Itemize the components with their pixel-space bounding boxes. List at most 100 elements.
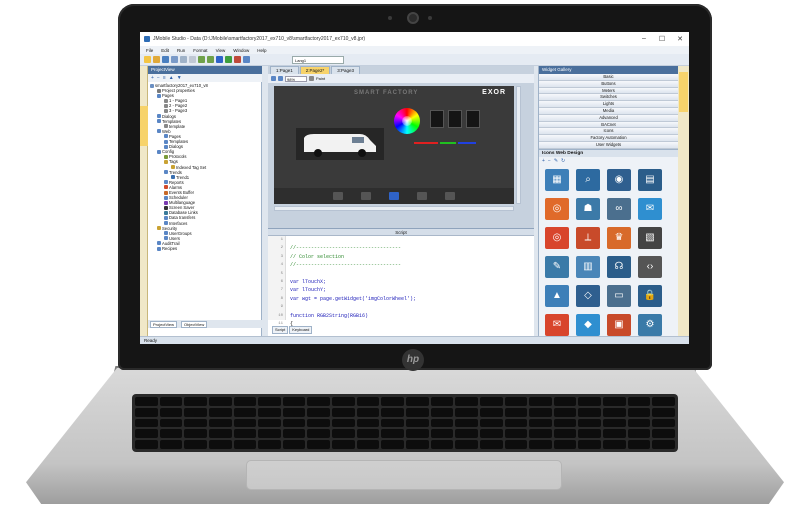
grid-icon[interactable] — [309, 76, 314, 81]
compass-icon[interactable]: ⟂ — [576, 226, 600, 249]
hmi-page-canvas[interactable]: SMART FACTORY EXOR — [274, 86, 514, 204]
widget-category[interactable]: Basic — [539, 74, 678, 81]
link-icon[interactable]: ∞ — [607, 197, 631, 220]
edit-icon[interactable]: ✎ — [554, 158, 558, 164]
widget-category[interactable]: Media — [539, 107, 678, 115]
widget-category[interactable]: Advanced — [539, 114, 678, 122]
refresh-button[interactable] — [417, 192, 427, 200]
code-line[interactable]: //----------------------------------- — [290, 261, 534, 269]
download-icon[interactable] — [216, 56, 223, 63]
tab-keyboard[interactable]: Keyboard — [289, 326, 313, 334]
zoom-in-icon[interactable] — [271, 76, 276, 81]
layout-icon[interactable]: ▥ — [576, 255, 600, 278]
code-line[interactable] — [290, 303, 534, 311]
page-tab[interactable]: 3:Page3 — [331, 66, 361, 74]
briefcase-icon[interactable]: ▣ — [607, 313, 631, 336]
menu-edit[interactable]: Edit — [161, 48, 169, 53]
picture-frame-icon[interactable]: ◉ — [607, 168, 631, 191]
properties-icon[interactable]: ≡ — [163, 75, 166, 81]
tab-script[interactable]: Script — [272, 326, 289, 334]
add-icon[interactable]: + — [542, 158, 545, 164]
trophy-icon[interactable]: ♛ — [607, 226, 631, 249]
zoom-select[interactable]: 98% — [285, 75, 307, 82]
open-icon[interactable] — [153, 56, 160, 63]
up-icon[interactable]: ▲ — [169, 75, 174, 81]
diamond-icon[interactable]: ◆ — [576, 313, 600, 336]
code-line[interactable]: //----------------------------------- — [290, 244, 534, 252]
copy-icon[interactable] — [180, 56, 187, 63]
target-icon[interactable]: ◎ — [545, 226, 569, 249]
browser-icon[interactable]: ▭ — [607, 284, 631, 307]
code-line[interactable]: function RGB2String(RGB16) — [290, 312, 534, 320]
down-icon[interactable]: ▼ — [177, 75, 182, 81]
code-line[interactable] — [290, 236, 534, 244]
code-line[interactable]: // Color selection — [290, 253, 534, 261]
redo-icon[interactable] — [207, 56, 214, 63]
code-icon[interactable]: ‹› — [638, 255, 662, 278]
remove-icon[interactable]: − — [157, 75, 160, 81]
clipboard-icon[interactable]: ▤ — [638, 168, 662, 191]
remove-icon[interactable]: − — [548, 158, 551, 164]
code-line[interactable]: var wgt = page.getWidget('imgColorWheel'… — [290, 295, 534, 303]
paste-icon[interactable] — [189, 56, 196, 63]
headset-icon[interactable]: ☊ — [607, 255, 631, 278]
widget-category[interactable]: Icons — [539, 128, 678, 136]
image-icon[interactable]: ▲ — [545, 284, 569, 307]
pencil-icon[interactable]: ✎ — [545, 255, 569, 278]
right-dock-tab[interactable] — [679, 72, 688, 112]
clapper-icon[interactable]: ▧ — [638, 226, 662, 249]
menu-view[interactable]: View — [216, 48, 226, 53]
widget-category[interactable]: Switches — [539, 94, 678, 102]
color-slot-1[interactable] — [430, 110, 444, 128]
van-image[interactable] — [296, 128, 384, 160]
undo-icon[interactable] — [198, 56, 205, 63]
color-slot-2[interactable] — [448, 110, 462, 128]
run-icon[interactable] — [225, 56, 232, 63]
color-slot-3[interactable] — [466, 110, 480, 128]
refresh-icon[interactable]: ↻ — [561, 158, 565, 164]
code-line[interactable]: var lTouchX; — [290, 278, 534, 286]
canvas-vertical-scrollbar[interactable] — [516, 86, 521, 204]
widget-category[interactable]: Factory Automation — [539, 135, 678, 142]
lock-icon[interactable]: 🔒 — [638, 284, 662, 307]
widget-category[interactable]: Meters — [539, 87, 678, 95]
tab-object-view[interactable]: ObjectView — [181, 320, 208, 328]
color-wheel[interactable] — [394, 108, 420, 134]
left-dock-tab[interactable] — [140, 106, 148, 146]
close-button[interactable]: ✕ — [671, 35, 689, 43]
add-icon[interactable]: + — [151, 75, 154, 81]
maximize-button[interactable]: ☐ — [653, 35, 671, 43]
menu-format[interactable]: Format — [193, 48, 207, 53]
code-line[interactable]: var lTouchY; — [290, 286, 534, 294]
cut-icon[interactable] — [171, 56, 178, 63]
menu-window[interactable]: Window — [233, 48, 249, 53]
stop-icon[interactable] — [234, 56, 241, 63]
zoom-out-icon[interactable] — [278, 76, 283, 81]
menu-help[interactable]: Help — [257, 48, 266, 53]
next-page-button[interactable] — [445, 192, 455, 200]
gear-box-icon[interactable]: ⚙ — [638, 313, 662, 336]
chart-icon[interactable]: ▦ — [545, 168, 569, 191]
eye-icon[interactable]: ◎ — [545, 197, 569, 220]
tab-project-view[interactable]: ProjectView — [150, 320, 178, 328]
page-tab[interactable]: 2:Page2* — [299, 66, 331, 74]
org-chart-icon[interactable]: ☗ — [576, 197, 600, 220]
home-button[interactable] — [361, 192, 371, 200]
code-line[interactable] — [290, 270, 534, 278]
canvas-horizontal-scrollbar[interactable] — [274, 206, 514, 211]
magnifier-icon[interactable]: ⌕ — [576, 168, 600, 191]
widget-category[interactable]: User Widgets — [539, 141, 678, 149]
language-select[interactable]: Lang1 — [292, 55, 344, 64]
code-line[interactable]: { — [290, 320, 534, 328]
code-area[interactable]: //-----------------------------------// … — [286, 236, 534, 327]
paint-label[interactable]: Paint — [316, 76, 325, 81]
page-tab[interactable]: 1:Page1 — [270, 66, 299, 74]
new-icon[interactable] — [144, 56, 151, 63]
menu-run[interactable]: Run — [177, 48, 185, 53]
envelope-icon[interactable]: ✉ — [545, 313, 569, 336]
widget-category[interactable]: BACnet — [539, 121, 678, 129]
save-icon[interactable] — [162, 56, 169, 63]
tree-node[interactable]: Recipes — [150, 246, 258, 251]
settings-button[interactable] — [389, 192, 399, 200]
vector-icon[interactable]: ◇ — [576, 284, 600, 307]
